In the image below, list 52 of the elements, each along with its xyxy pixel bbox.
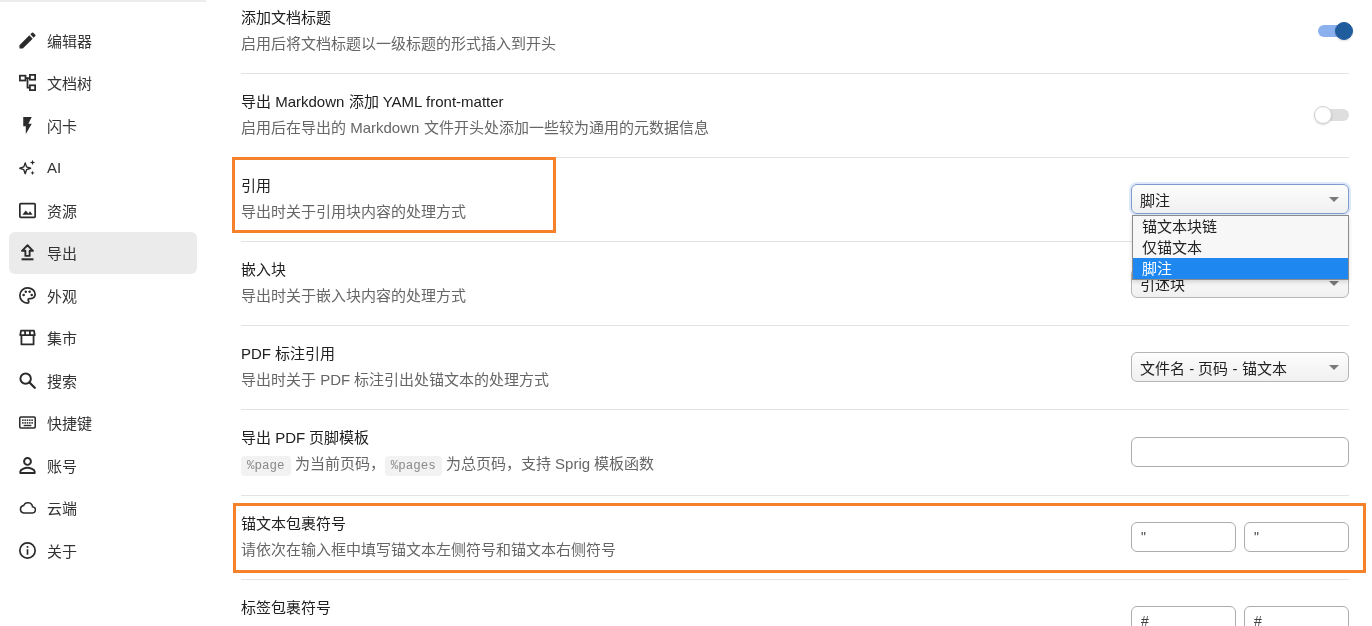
setting-description: 导出时关于嵌入块内容的处理方式 xyxy=(241,286,466,306)
dropdown-select[interactable]: 文件名 - 页码 - 锚文本 xyxy=(1131,352,1349,382)
setting-description: 启用后在导出的 Markdown 文件开头处添加一些较为通用的元数据信息 xyxy=(241,118,709,138)
text-input[interactable]: " xyxy=(1131,522,1236,552)
sidebar-item[interactable]: 搜索 xyxy=(9,359,197,402)
setting-description: 请依次在输入框中填写锚文本左侧符号和锚文本右侧符号 xyxy=(241,540,616,560)
caret-icon xyxy=(1329,364,1339,370)
setting-title: 锚文本包裹符号 xyxy=(241,514,347,534)
person-icon xyxy=(19,456,36,474)
sidebar-item[interactable]: 关于 xyxy=(9,529,197,572)
sidebar-item[interactable]: 账号 xyxy=(9,444,197,487)
sidebar-item[interactable]: 文档树 xyxy=(9,61,197,104)
sidebar-item[interactable]: 云端 xyxy=(9,486,197,529)
sidebar-item[interactable]: 编辑器 xyxy=(9,19,197,62)
setting-description: 启用后将文档标题以一级标题的形式插入到开头 xyxy=(241,34,556,54)
setting-title: 嵌入块 xyxy=(241,260,287,280)
dropdown-select[interactable]: 脚注 xyxy=(1131,184,1349,214)
setting-description: 导出时关于 PDF 标注引出处锚文本的处理方式 xyxy=(241,370,550,390)
search-icon xyxy=(19,371,36,389)
keyboard-icon xyxy=(19,414,36,432)
sidebar-item[interactable]: 快捷键 xyxy=(9,401,197,444)
sparkle-icon xyxy=(19,159,36,177)
setting-title: PDF 标注引用 xyxy=(241,344,337,364)
sidebar-item[interactable]: 外观 xyxy=(9,274,197,317)
text-input[interactable]: # xyxy=(1244,606,1349,626)
text-input[interactable]: " xyxy=(1244,522,1349,552)
text-input[interactable] xyxy=(1131,437,1349,467)
setting-title: 标签包裹符号 xyxy=(241,598,331,618)
info-icon xyxy=(19,541,36,559)
storefront-icon xyxy=(19,329,36,347)
caret-icon xyxy=(1329,196,1339,202)
palette-icon xyxy=(19,286,36,304)
upload-icon xyxy=(19,244,36,262)
setting-title: 导出 Markdown 添加 YAML front-matter xyxy=(241,92,505,112)
setting-title: 添加文档标题 xyxy=(241,8,332,28)
setting-description: 导出时关于引用块内容的处理方式 xyxy=(241,202,466,222)
setting-title: 引用 xyxy=(241,176,272,196)
sidebar-item[interactable]: 闪卡 xyxy=(9,104,197,147)
tree-diagram-icon xyxy=(19,74,36,92)
cloud-icon xyxy=(19,499,36,517)
dropdown-option[interactable]: 脚注 xyxy=(1133,258,1348,279)
dropdown-option[interactable]: 仅锚文本 xyxy=(1133,237,1348,258)
sidebar-item[interactable]: 导出 xyxy=(9,231,197,274)
sidebar-item[interactable]: AI xyxy=(9,146,197,189)
pencil-icon xyxy=(19,31,36,49)
sidebar-item[interactable]: 资源 xyxy=(9,189,197,232)
sidebar-item[interactable]: 集市 xyxy=(9,316,197,359)
setting-description: %page 为当前页码， %pages 为总页码，支持 Sprig 模板函数 xyxy=(241,452,655,478)
image-icon xyxy=(19,201,36,219)
setting-title: 导出 PDF 页脚模板 xyxy=(241,428,371,448)
text-input[interactable]: # xyxy=(1131,606,1236,626)
dropdown-option[interactable]: 锚文本块链 xyxy=(1133,216,1348,237)
